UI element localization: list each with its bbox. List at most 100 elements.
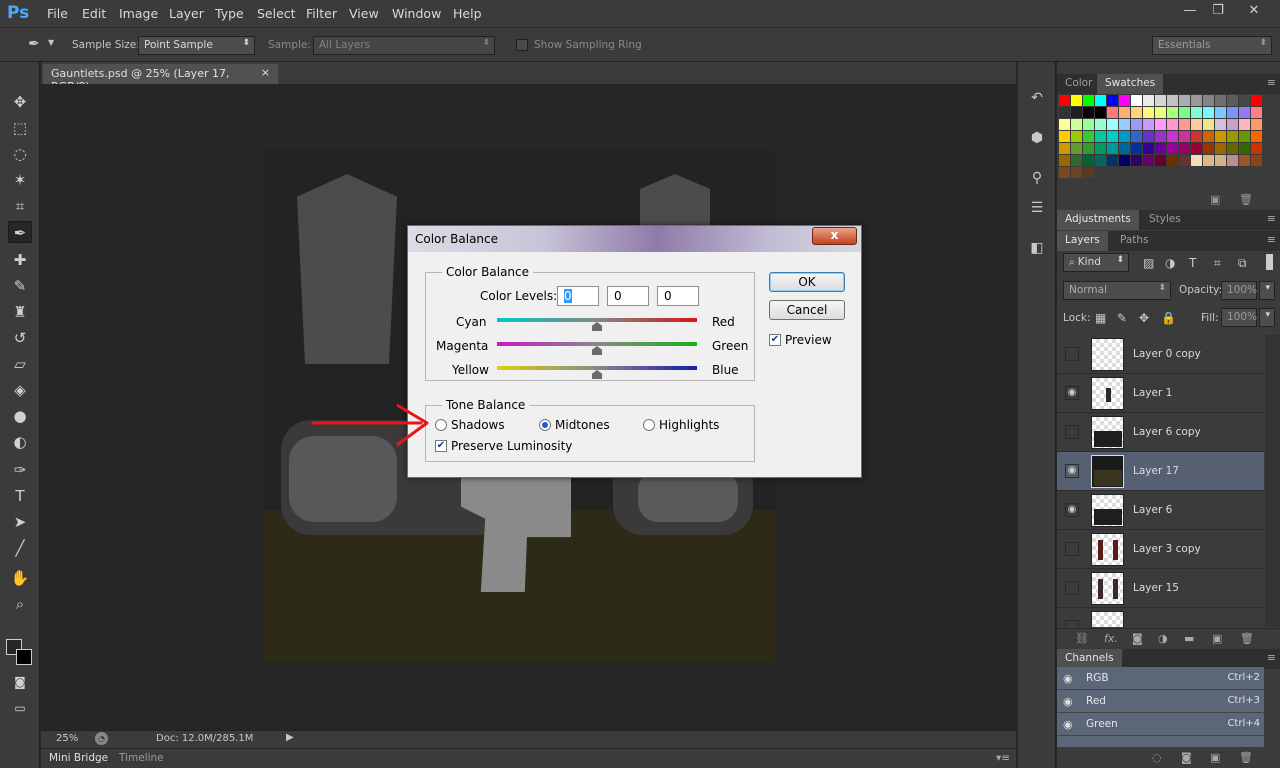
swatch[interactable]	[1155, 95, 1166, 106]
swatch[interactable]	[1251, 155, 1262, 166]
swatch[interactable]	[1083, 107, 1094, 118]
close-app-button[interactable]: ✕	[1240, 2, 1268, 22]
eyedropper-tool-preset-icon[interactable]: ✒	[22, 33, 46, 55]
ok-button[interactable]: OK	[769, 272, 845, 292]
swatch[interactable]	[1167, 107, 1178, 118]
swatch[interactable]	[1215, 107, 1226, 118]
swatch[interactable]	[1059, 143, 1070, 154]
highlights-label[interactable]: Highlights	[659, 418, 719, 432]
tab-paths[interactable]: Paths	[1112, 231, 1157, 251]
swatch[interactable]	[1227, 95, 1238, 106]
history-brush-tool-icon[interactable]: ↺	[8, 327, 32, 349]
swatch[interactable]	[1239, 131, 1250, 142]
chevron-down-icon[interactable]: ▼	[48, 38, 54, 47]
swatch[interactable]	[1071, 107, 1082, 118]
swatch[interactable]	[1059, 131, 1070, 142]
swatch[interactable]	[1167, 95, 1178, 106]
sampling-ring-checkbox[interactable]	[516, 39, 528, 51]
swatch[interactable]	[1155, 119, 1166, 130]
fill-input[interactable]: 100%	[1221, 308, 1257, 327]
swatch[interactable]	[1203, 119, 1214, 130]
swatch[interactable]	[1095, 119, 1106, 130]
swatch[interactable]	[1239, 155, 1250, 166]
midtones-label[interactable]: Midtones	[555, 418, 610, 432]
channel-row[interactable]: ◉ RGB Ctrl+2	[1057, 667, 1264, 690]
swatch[interactable]	[1119, 131, 1130, 142]
zoom-level[interactable]: 25%	[56, 733, 78, 744]
preserve-luminosity-checkbox[interactable]: ✔	[435, 440, 447, 452]
fx-icon[interactable]: fx.	[1104, 632, 1118, 645]
swatch[interactable]	[1107, 107, 1118, 118]
minimize-button[interactable]: —	[1176, 2, 1204, 22]
lock-all-icon[interactable]: 🔒	[1161, 311, 1176, 325]
swatch[interactable]	[1215, 95, 1226, 106]
filter-shape-icon[interactable]: ⌗	[1214, 256, 1221, 271]
swatch[interactable]	[1083, 95, 1094, 106]
swatch[interactable]	[1251, 131, 1262, 142]
swatch[interactable]	[1071, 95, 1082, 106]
swatch[interactable]	[1203, 143, 1214, 154]
load-selection-icon[interactable]: ◌	[1152, 751, 1162, 764]
swatch[interactable]	[1191, 155, 1202, 166]
layer-row[interactable]: Layer 6 copy	[1057, 413, 1264, 452]
swatch[interactable]	[1167, 131, 1178, 142]
screen-mode-icon[interactable]: ▭	[8, 697, 32, 719]
visibility-toggle[interactable]	[1065, 347, 1079, 361]
swatch[interactable]	[1251, 143, 1262, 154]
history-panel-icon[interactable]: ↶	[1027, 88, 1047, 108]
visibility-toggle[interactable]	[1065, 581, 1079, 595]
swatch[interactable]	[1167, 119, 1178, 130]
layer-row[interactable]: Layer 0 copy	[1057, 335, 1264, 374]
tab-adjustments[interactable]: Adjustments	[1057, 210, 1139, 230]
crop-tool-icon[interactable]: ⌗	[8, 195, 32, 217]
layer-filter-dropdown[interactable]: ⌕ Kind ⬍	[1063, 253, 1129, 272]
swatch[interactable]	[1191, 143, 1202, 154]
eraser-tool-icon[interactable]: ▱	[8, 353, 32, 375]
layers-scrollbar[interactable]	[1265, 335, 1280, 627]
swatch[interactable]	[1107, 131, 1118, 142]
swatch[interactable]	[1071, 131, 1082, 142]
tab-mini-bridge[interactable]: Mini Bridge	[49, 752, 108, 764]
layer-row[interactable]: ◉ Layer 17	[1057, 452, 1264, 491]
menu-window[interactable]: Window	[392, 6, 441, 21]
swatch[interactable]	[1215, 155, 1226, 166]
cancel-button[interactable]: Cancel	[769, 300, 845, 320]
type-tool-icon[interactable]: T	[8, 485, 32, 507]
swatch[interactable]	[1143, 143, 1154, 154]
highlights-radio[interactable]	[643, 419, 655, 431]
sample-size-dropdown[interactable]: Point Sample ⬍	[138, 36, 255, 55]
workspace-dropdown[interactable]: Essentials ⬍	[1152, 36, 1272, 55]
swatch[interactable]	[1131, 143, 1142, 154]
properties-panel-icon[interactable]: ☰	[1027, 198, 1047, 218]
cyan-red-slider[interactable]	[497, 318, 697, 322]
swatch[interactable]	[1131, 95, 1142, 106]
filter-toggle-icon[interactable]	[1266, 254, 1273, 270]
swatch[interactable]	[1155, 155, 1166, 166]
tab-swatches[interactable]: Swatches	[1097, 74, 1164, 94]
swatch[interactable]	[1239, 107, 1250, 118]
filter-smart-object-icon[interactable]: ⧉	[1238, 256, 1247, 271]
swatch[interactable]	[1083, 155, 1094, 166]
opacity-input[interactable]: 100%	[1221, 281, 1257, 300]
channel-row[interactable]: ◉ Green Ctrl+4	[1057, 713, 1264, 736]
menu-image[interactable]: Image	[119, 6, 158, 21]
swatch[interactable]	[1083, 143, 1094, 154]
swatch[interactable]	[1143, 119, 1154, 130]
marquee-tool-icon[interactable]: ⬚	[8, 117, 32, 139]
swatch[interactable]	[1227, 155, 1238, 166]
swatch[interactable]	[1251, 119, 1262, 130]
tab-color[interactable]: Color	[1057, 74, 1100, 94]
tab-styles[interactable]: Styles	[1141, 210, 1189, 230]
swatch[interactable]	[1107, 95, 1118, 106]
midtones-radio[interactable]	[539, 419, 551, 431]
swatch[interactable]	[1059, 119, 1070, 130]
menu-edit[interactable]: Edit	[82, 6, 106, 21]
opacity-slider-button[interactable]: ▾	[1259, 281, 1275, 300]
layer-row[interactable]: Layer 15	[1057, 569, 1264, 608]
lock-image-icon[interactable]: ✎	[1117, 311, 1127, 325]
swatch[interactable]	[1119, 143, 1130, 154]
fill-slider-button[interactable]: ▾	[1259, 308, 1275, 327]
swatch[interactable]	[1191, 131, 1202, 142]
swatch[interactable]	[1095, 143, 1106, 154]
swatch[interactable]	[1059, 155, 1070, 166]
